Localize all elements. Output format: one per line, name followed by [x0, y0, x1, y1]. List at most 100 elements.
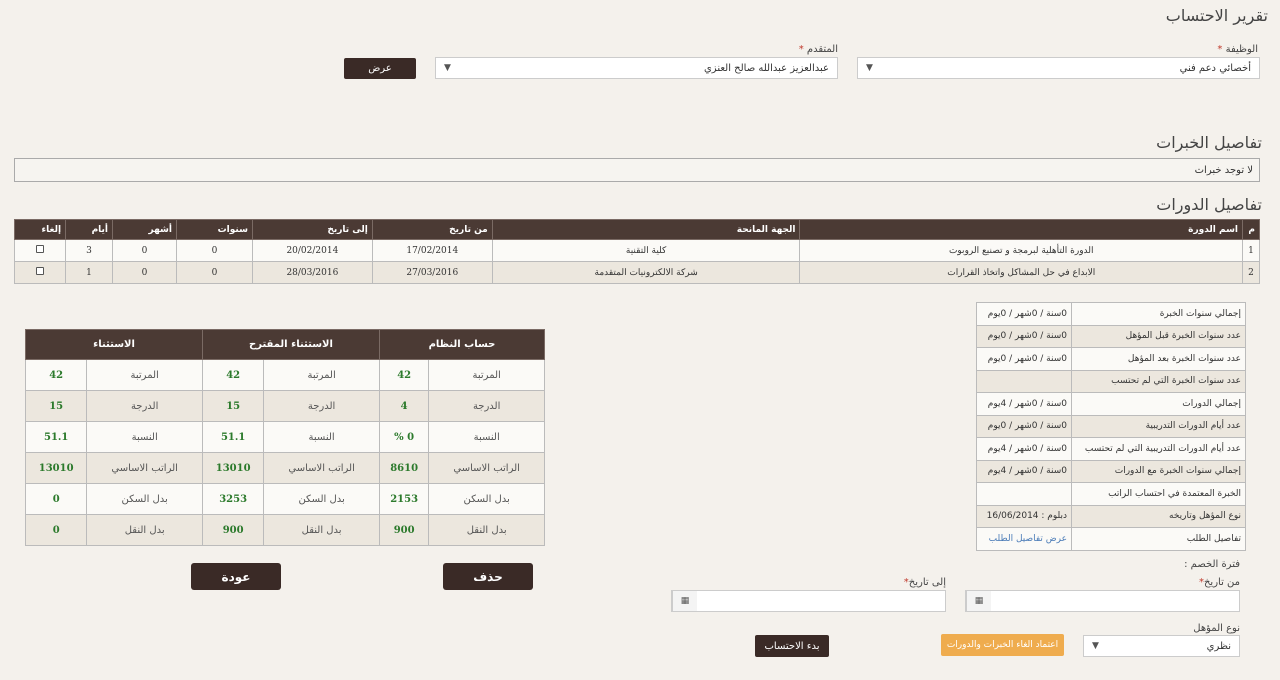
calendar-icon[interactable]: ▦	[966, 591, 991, 611]
period-label: فترة الخصم :	[1184, 559, 1240, 570]
col-exception: الاستثناء	[25, 329, 203, 360]
courses-title: تفاصيل الدورات	[1156, 195, 1262, 214]
calc-label: بدل السكن	[86, 483, 203, 515]
summary-value: 0سنة / 0شهر / 4يوم	[976, 437, 1072, 461]
calc-row: الراتب الاساسي 8610 الراتب الاساسي 13010 الر…	[24, 452, 545, 484]
summary-label: عدد سنوات الخبرة التي لم تحتسب	[1071, 369, 1246, 393]
calc-label: النسبة	[428, 421, 545, 453]
col-from-date: من تاريخ	[371, 219, 493, 240]
qual-type-select[interactable]: نظري ▼	[1083, 635, 1240, 657]
calc-label: المرتبة	[263, 359, 380, 391]
calendar-icon[interactable]: ▦	[672, 591, 697, 611]
job-select-value: أخصائي دعم فني	[1179, 62, 1251, 74]
summary-value: 0سنة / 0شهر / 4يوم	[976, 459, 1072, 483]
calc-label: المرتبة	[86, 359, 203, 391]
col-years: سنوات	[175, 219, 253, 240]
row-course-name: الدورة التأهلية لبرمجة و تصنيع الروبوت	[799, 239, 1244, 262]
summary-row: الخبرة المعتمدة في احتساب الراتب	[976, 482, 1246, 506]
row-provider: كلية التقنية	[491, 239, 801, 262]
qual-type-value: نظري	[1206, 640, 1231, 652]
calc-label: الدرجة	[86, 390, 203, 422]
delete-button[interactable]: حذف	[443, 563, 533, 590]
col-months: أشهر	[112, 219, 177, 240]
row-to-date: 20/02/2014	[251, 239, 373, 262]
calc-row: الدرجة 4 الدرجة 15 الدرجة 15	[24, 390, 545, 422]
col-system-calc: حساب النظام	[378, 329, 546, 360]
calc-value: 0 %	[378, 421, 430, 453]
approve-cancel-button[interactable]: اعتماد الغاء الخبرات والدورات	[941, 634, 1064, 656]
calc-table: حساب النظام الاستثناء المقترح الاستثناء …	[24, 329, 546, 546]
row-num: 2	[1242, 261, 1260, 284]
summary-row: عدد سنوات الخبرة قبل المؤهل 0سنة / 0شهر /…	[976, 324, 1246, 348]
experience-empty-box: لا توجد خبرات	[14, 158, 1260, 182]
calc-label: بدل النقل	[86, 514, 203, 546]
chevron-down-icon: ▼	[444, 63, 451, 73]
back-button[interactable]: عودة	[191, 563, 281, 590]
show-button[interactable]: عرض	[344, 58, 416, 79]
col-num: م	[1242, 219, 1260, 240]
to-date-input[interactable]: ▦	[671, 590, 946, 612]
applicant-select-value: عبدالعزيز عبدالله صالح العنزي	[703, 62, 829, 74]
summary-value: 0سنة / 0شهر / 4يوم	[976, 392, 1072, 416]
qual-type-label: نوع المؤهل	[1193, 623, 1240, 634]
row-months: 0	[112, 239, 177, 262]
calc-value: 900	[201, 514, 265, 546]
summary-label: عدد أيام الدورات التدريبية	[1071, 414, 1246, 438]
calc-value: 15	[201, 390, 265, 422]
start-calculation-button[interactable]: بدء الاحتساب	[755, 635, 829, 657]
calc-value: 900	[378, 514, 430, 546]
cancel-checkbox[interactable]	[36, 245, 45, 253]
calc-label: الدرجة	[263, 390, 380, 422]
calc-value: 3253	[201, 483, 265, 515]
calc-label: بدل السكن	[263, 483, 380, 515]
job-select[interactable]: أخصائي دعم فني ▼	[857, 57, 1260, 79]
summary-label: عدد أيام الدورات التدريبية التي لم تحتسب	[1071, 437, 1246, 461]
row-cancel-cell	[13, 261, 67, 284]
table-row: 1 الدورة التأهلية لبرمجة و تصنيع الروبوت…	[13, 239, 1260, 262]
summary-row: عدد سنوات الخبرة بعد المؤهل 0سنة / 0شهر /…	[976, 347, 1246, 371]
summary-row: نوع المؤهل وتاريخه دبلوم : 16/06/2014	[976, 504, 1246, 528]
calc-value: 51.1	[201, 421, 265, 453]
col-to-date: إلى تاريخ	[251, 219, 373, 240]
summary-label: تفاصيل الطلب	[1071, 527, 1246, 551]
to-date-label: إلى تاريخ*	[903, 577, 946, 588]
calc-label: المرتبة	[428, 359, 545, 391]
summary-value: دبلوم : 16/06/2014	[976, 504, 1072, 528]
calc-value: 42	[201, 359, 265, 391]
calc-value: 51.1	[24, 421, 88, 453]
applicant-select[interactable]: عبدالعزيز عبدالله صالح العنزي ▼	[435, 57, 838, 79]
calc-row: النسبة 0 % النسبة 51.1 النسبة 51.1	[24, 421, 545, 453]
row-course-name: الابداع في حل المشاكل واتخاذ القرارات	[799, 261, 1244, 284]
summary-row: عدد أيام الدورات التدريبية التي لم تحتسب…	[976, 437, 1246, 461]
summary-value	[976, 482, 1072, 506]
calc-row: بدل السكن 2153 بدل السكن 3253 بدل السكن 0	[24, 483, 545, 515]
job-label: الوظيفة *	[1217, 44, 1258, 55]
experience-empty-text: لا توجد خبرات	[1194, 164, 1253, 176]
request-details-link[interactable]: عرض تفاصيل الطلب	[976, 527, 1072, 551]
calc-value: 13010	[24, 452, 88, 484]
summary-label: إجمالي سنوات الخبرة مع الدورات	[1071, 459, 1246, 483]
row-months: 0	[112, 261, 177, 284]
row-to-date: 28/03/2016	[251, 261, 373, 284]
to-date-field[interactable]	[697, 591, 945, 611]
chevron-down-icon: ▼	[1092, 641, 1099, 651]
summary-value: 0سنة / 0شهر / 0يوم	[976, 347, 1072, 371]
courses-table: م اسم الدورة الجهة المانحة من تاريخ إلى …	[13, 219, 1260, 284]
from-date-field[interactable]	[991, 591, 1239, 611]
col-cancel: إلغاء	[13, 219, 67, 240]
calc-value: 4	[378, 390, 430, 422]
cancel-checkbox[interactable]	[36, 267, 45, 275]
calc-value: 0	[24, 483, 88, 515]
summary-label: الخبرة المعتمدة في احتساب الراتب	[1071, 482, 1246, 506]
calc-label: النسبة	[263, 421, 380, 453]
col-days: أيام	[65, 219, 114, 240]
calc-row: بدل النقل 900 بدل النقل 900 بدل النقل 0	[24, 514, 545, 546]
chevron-down-icon: ▼	[866, 63, 873, 73]
row-years: 0	[175, 239, 253, 262]
from-date-label: من تاريخ*	[1198, 577, 1240, 588]
calc-value: 2153	[378, 483, 430, 515]
row-cancel-cell	[13, 239, 67, 262]
summary-row: تفاصيل الطلب عرض تفاصيل الطلب	[976, 527, 1246, 551]
from-date-input[interactable]: ▦	[965, 590, 1240, 612]
row-days: 1	[65, 261, 114, 284]
